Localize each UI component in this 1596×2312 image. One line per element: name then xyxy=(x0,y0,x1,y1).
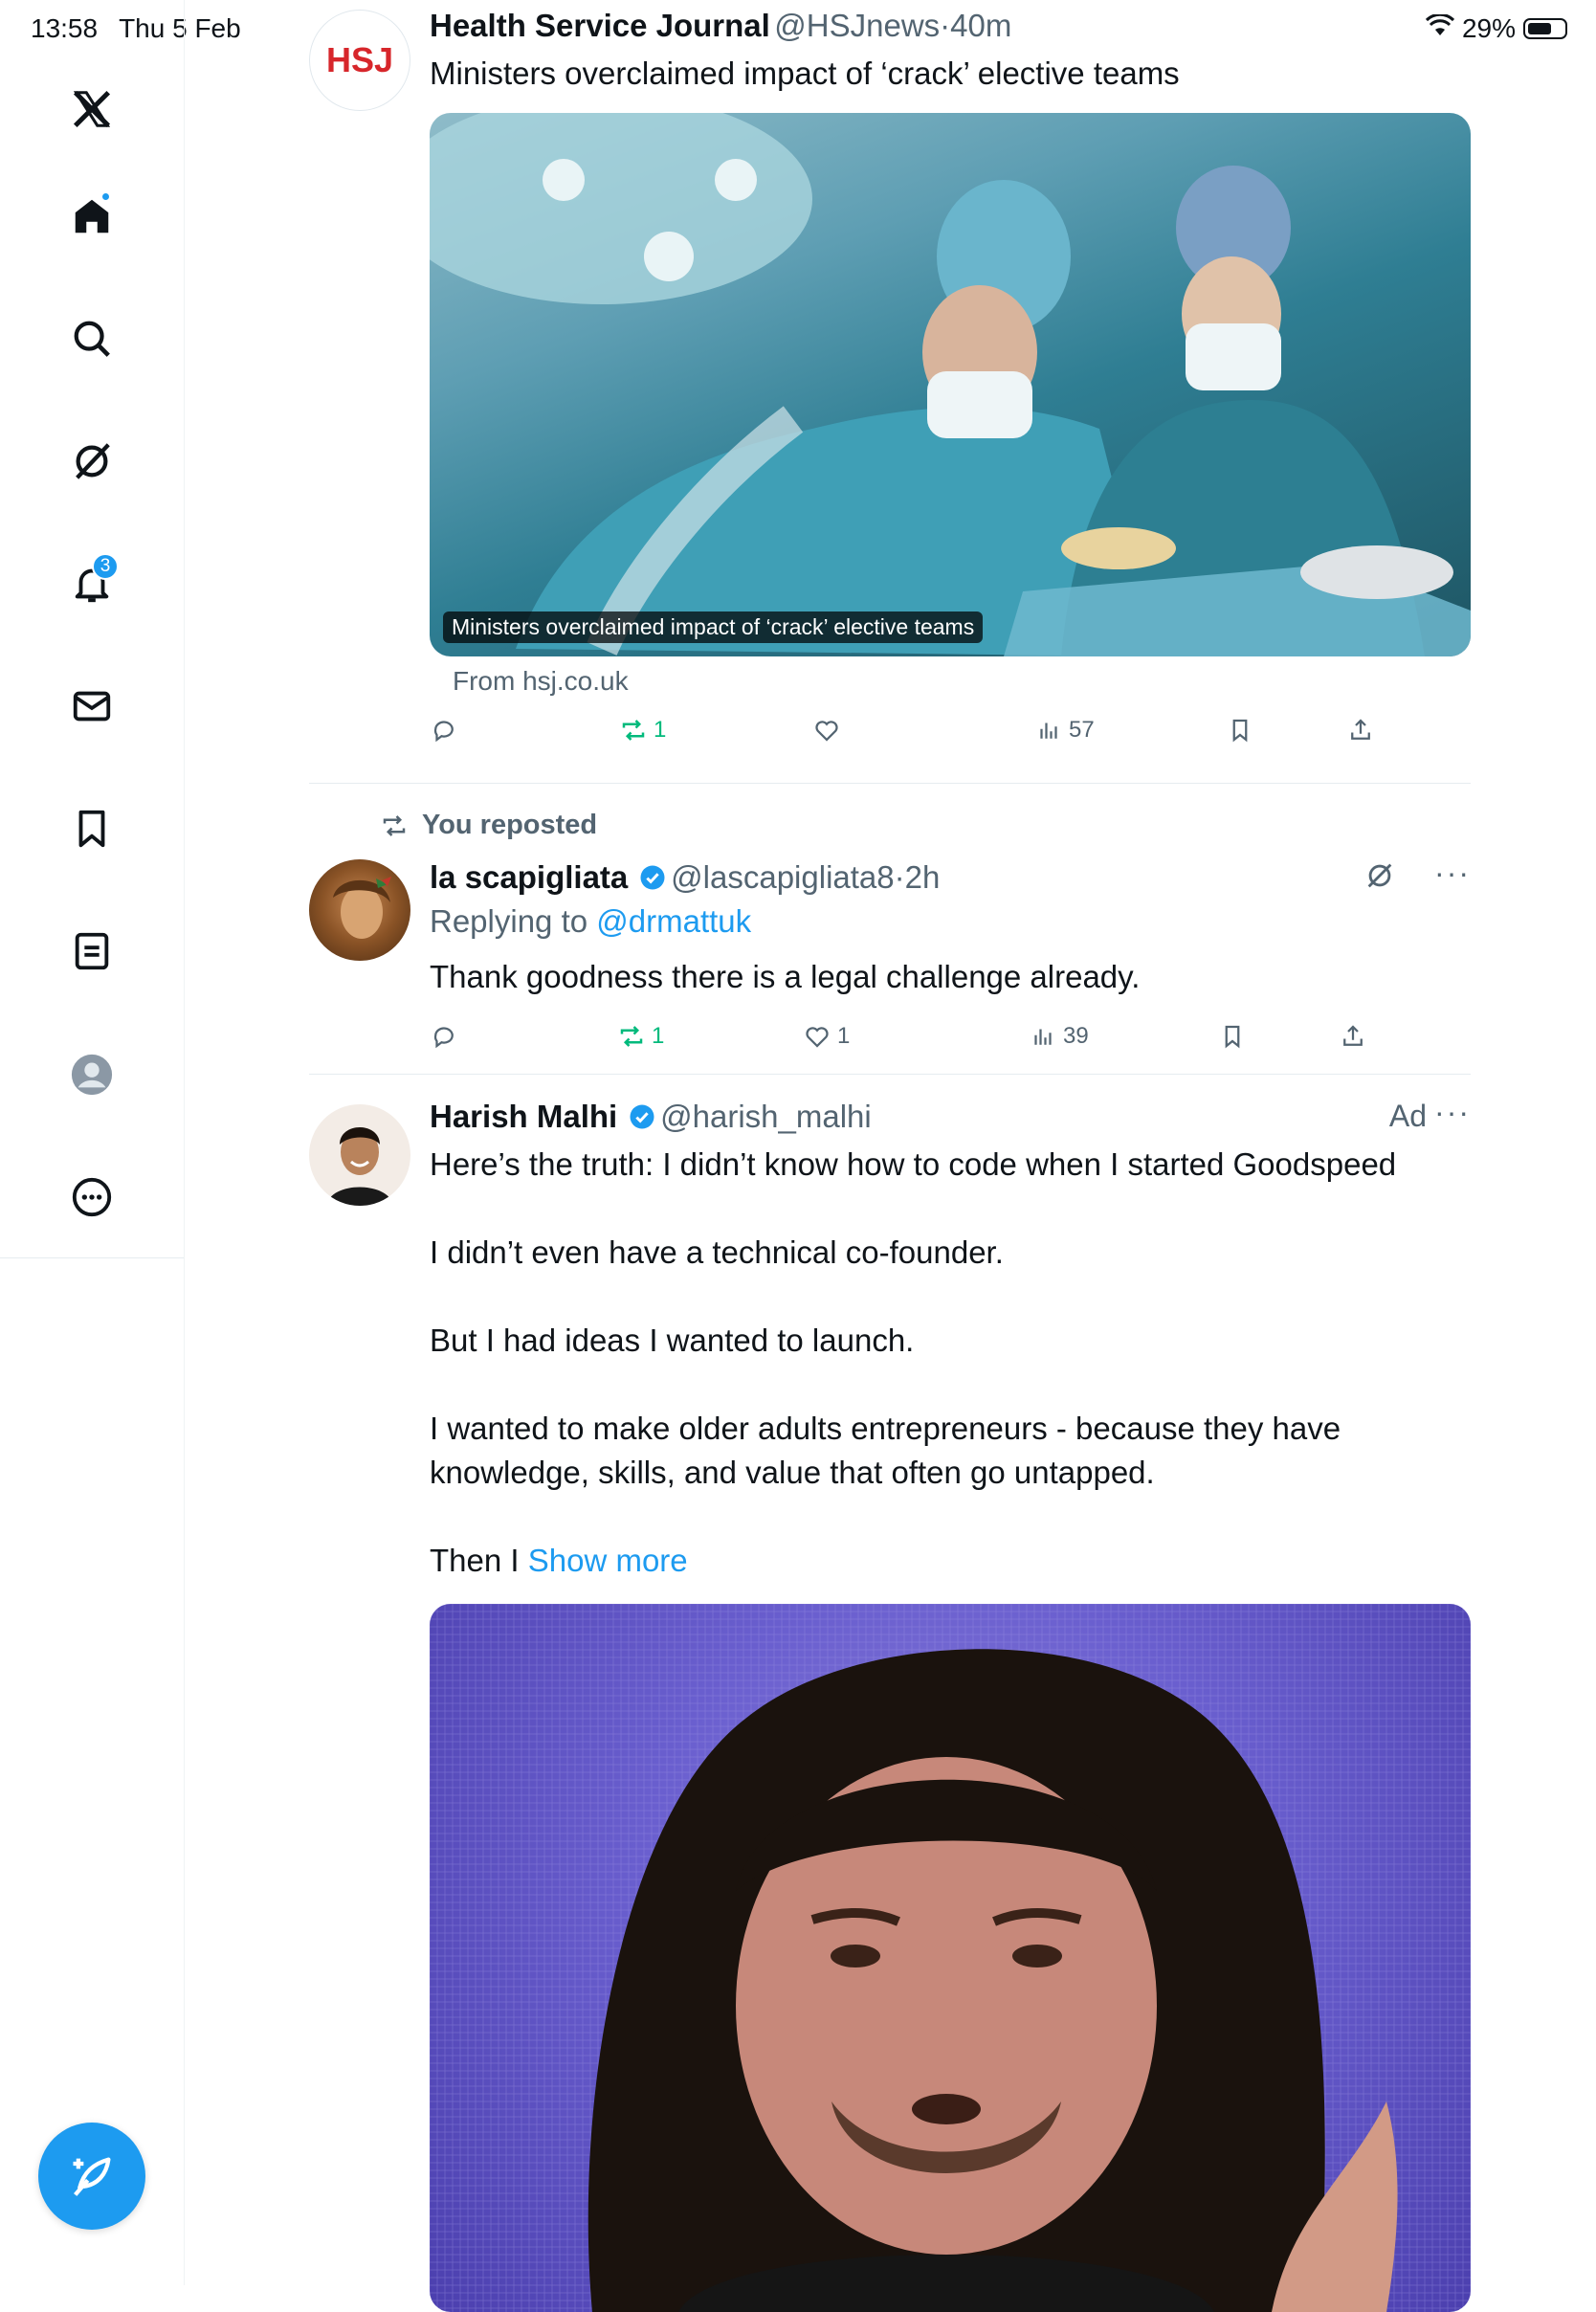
post-author[interactable]: Harish Malhi xyxy=(430,1099,617,1134)
ad-video-frame xyxy=(430,1604,1471,2312)
show-more-link[interactable]: Show more xyxy=(528,1543,688,1578)
reply-button[interactable] xyxy=(430,1022,458,1051)
repost-button[interactable]: 1 xyxy=(619,716,666,745)
card-caption: Ministers overclaimed impact of ‘crack’ … xyxy=(443,611,984,643)
messages-icon[interactable] xyxy=(57,672,126,741)
ad-paragraph-1: Here’s the truth: I didn’t know how to c… xyxy=(430,1146,1397,1182)
grok-analyze-icon[interactable] xyxy=(1363,859,1396,897)
home-icon[interactable] xyxy=(57,182,126,251)
more-icon[interactable] xyxy=(57,1163,126,1232)
card-source[interactable]: From hsj.co.uk xyxy=(453,666,1471,697)
surgery-photo xyxy=(430,113,1471,656)
post-author[interactable]: Health Service Journal xyxy=(430,8,770,43)
post-lascapigliata[interactable]: You reposted la scapigliata @lascapiglia… xyxy=(309,810,1471,1049)
like-count: 1 xyxy=(837,1023,851,1049)
ad-video-media[interactable] xyxy=(430,1604,1471,2312)
views-button[interactable]: 39 xyxy=(1029,1022,1089,1051)
like-button[interactable] xyxy=(812,716,841,745)
share-button[interactable] xyxy=(1346,716,1375,745)
bookmark-icon xyxy=(1225,1025,1240,1049)
lists-icon[interactable] xyxy=(57,917,126,986)
ad-paragraph-4: I wanted to make older adults entreprene… xyxy=(430,1411,1341,1490)
bookmark-button[interactable] xyxy=(1226,716,1254,745)
more-options-icon[interactable]: ··· xyxy=(1434,1095,1471,1130)
views-count: 39 xyxy=(1063,1023,1089,1049)
post-handle[interactable]: @HSJnews xyxy=(774,8,940,43)
bookmarks-icon[interactable] xyxy=(57,794,126,863)
repost-context-icon xyxy=(383,814,406,836)
x-logo-icon[interactable] xyxy=(57,75,126,144)
reply-icon xyxy=(433,1027,454,1049)
avatar-harishmalhi[interactable] xyxy=(309,1104,410,1206)
compose-feather-icon xyxy=(73,2157,111,2196)
notifications-bell-icon[interactable]: 3 xyxy=(57,549,126,618)
views-count: 57 xyxy=(1069,717,1095,743)
repost-button[interactable]: 1 xyxy=(617,1022,664,1051)
post-time[interactable]: 40m xyxy=(950,8,1011,43)
profile-avatar-icon[interactable] xyxy=(57,1040,126,1109)
home-unread-dot xyxy=(102,193,109,200)
views-button[interactable]: 57 xyxy=(1034,716,1095,745)
share-button[interactable] xyxy=(1339,1022,1367,1051)
post-actions: 1 57 xyxy=(430,716,1471,754)
post-actions: 1 1 39 xyxy=(430,1022,1471,1060)
reply-button[interactable] xyxy=(430,716,458,745)
link-card-image[interactable]: Ministers overclaimed impact of ‘crack’ … xyxy=(430,113,1471,656)
repost-count: 1 xyxy=(654,717,667,743)
sidebar: 3 xyxy=(0,0,185,2285)
views-chart-icon xyxy=(1040,722,1057,739)
post-author[interactable]: la scapigliata xyxy=(430,859,628,895)
avatar-hsj[interactable]: HSJ xyxy=(309,10,410,111)
post-separator xyxy=(309,1074,1471,1075)
repost-icon xyxy=(620,1026,643,1047)
like-button[interactable]: 1 xyxy=(803,1022,850,1051)
bookmark-icon xyxy=(1232,719,1248,743)
notifications-badge: 3 xyxy=(92,553,119,580)
heart-icon xyxy=(806,1027,829,1048)
grok-icon[interactable] xyxy=(57,427,126,496)
replying-to-handle[interactable]: @drmattuk xyxy=(596,903,751,939)
repost-count: 1 xyxy=(652,1023,665,1049)
post-handle[interactable]: @harish_malhi xyxy=(660,1099,872,1134)
reply-icon xyxy=(433,721,454,743)
post-text: Ministers overclaimed impact of ‘crack’ … xyxy=(430,56,1180,91)
post-text: Thank goodness there is a legal challeng… xyxy=(430,959,1141,994)
search-icon[interactable] xyxy=(57,304,126,373)
ad-paragraph-3: But I had ideas I wanted to launch. xyxy=(430,1323,915,1358)
post-separator xyxy=(309,783,1471,784)
heart-icon xyxy=(815,721,838,742)
bookmark-button[interactable] xyxy=(1218,1022,1247,1051)
repost-icon xyxy=(622,720,645,741)
ad-label: Ad xyxy=(1388,1099,1427,1133)
views-chart-icon xyxy=(1034,1029,1052,1045)
sidebar-divider xyxy=(0,1257,184,1258)
post-handle[interactable]: @lascapigliata8 xyxy=(671,859,894,895)
compose-button[interactable] xyxy=(38,2123,145,2230)
avatar-lascapigliata[interactable] xyxy=(309,859,410,961)
post-harishmalhi-ad[interactable]: Harish Malhi @harish_malhi Ad ··· Here’s… xyxy=(309,1095,1471,2312)
battery-icon xyxy=(1523,18,1567,39)
more-options-icon[interactable]: ··· xyxy=(1434,856,1471,891)
share-icon xyxy=(1351,719,1370,740)
repost-context: You reposted xyxy=(378,810,1471,841)
verified-badge-icon xyxy=(640,865,665,890)
share-icon xyxy=(1343,1025,1363,1046)
verified-badge-icon xyxy=(630,1104,654,1129)
post-time[interactable]: 2h xyxy=(905,859,941,895)
replying-to: Replying to @drmattuk xyxy=(430,903,752,939)
post-hsj[interactable]: HSJ Health Service Journal @HSJnews·40m … xyxy=(309,8,1471,745)
ad-paragraph-2: I didn’t even have a technical co-founde… xyxy=(430,1234,1004,1270)
ad-truncated-text: Then I Show more xyxy=(430,1543,688,1578)
